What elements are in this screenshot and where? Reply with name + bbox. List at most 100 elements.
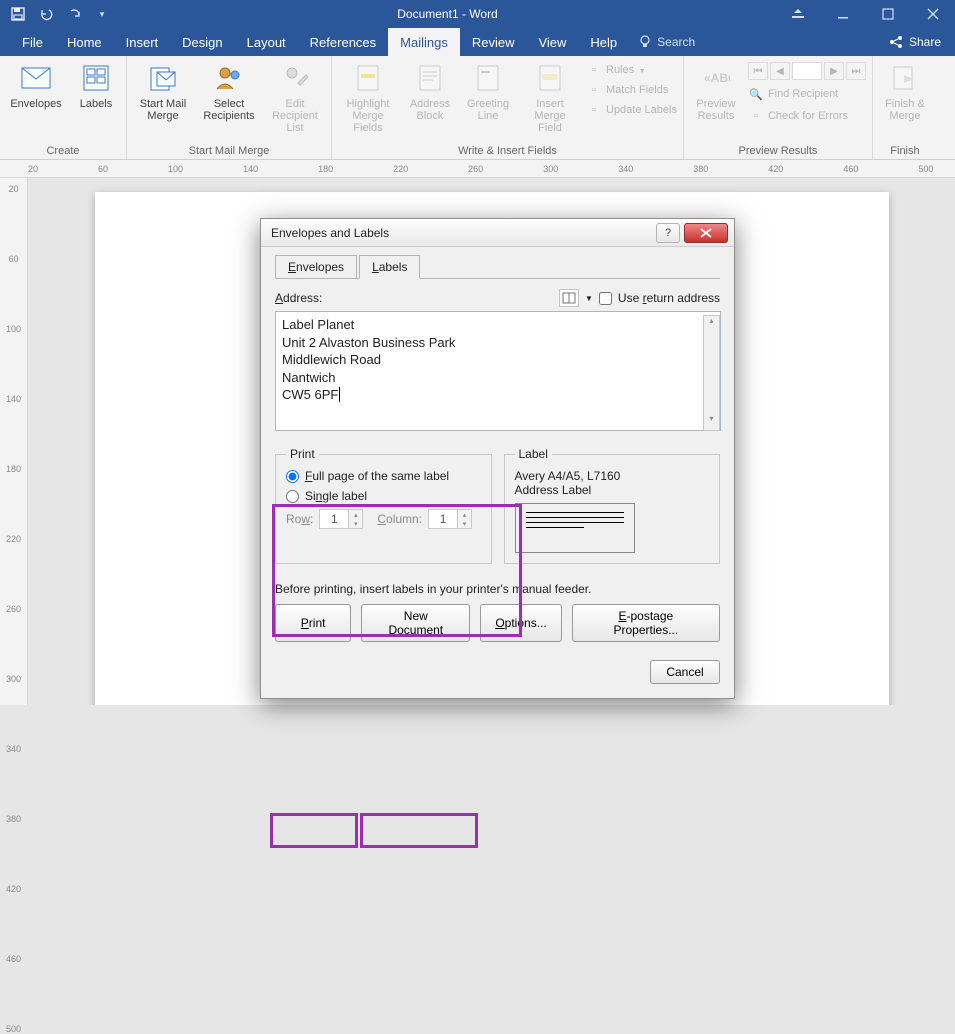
tab-view[interactable]: View [526, 28, 578, 56]
tab-envelopes-dialog[interactable]: Envelopes [275, 255, 357, 278]
horizontal-ruler: 2060100140180220260300340380420460500540… [0, 160, 955, 178]
use-return-label: Use return address [618, 291, 720, 305]
address-textarea[interactable]: Label PlanetUnit 2 Alvaston Business Par… [275, 311, 721, 431]
update-icon: ▫ [586, 102, 602, 118]
tab-file[interactable]: File [10, 28, 55, 56]
address-block-icon [414, 62, 446, 94]
full-page-label: Full page of the same label [305, 469, 449, 483]
recipients-icon [213, 62, 245, 94]
record-navigation: ⏮ ◀ ▶ ⏭ [748, 62, 866, 80]
tell-me-search[interactable]: Search [629, 28, 705, 56]
record-number-field [792, 62, 822, 80]
address-book-icon[interactable] [559, 289, 579, 307]
column-spinner: ▴▾ [428, 509, 472, 529]
row-label: Row: [286, 512, 313, 526]
mailmerge-icon [147, 62, 179, 94]
title-bar: ▾ Document1 - Word [0, 0, 955, 28]
close-icon[interactable] [684, 223, 728, 243]
spin-down-icon: ▾ [457, 519, 471, 528]
tab-design[interactable]: Design [170, 28, 234, 56]
options-button[interactable]: Options... [480, 604, 561, 642]
group-label: Write & Insert Fields [458, 143, 557, 159]
search-icon: 🔍 [748, 86, 764, 102]
redo-icon[interactable] [60, 0, 88, 28]
ribbon: Envelopes Labels Create Start Mail Merge… [0, 56, 955, 160]
window-title: Document1 - Word [120, 7, 775, 21]
next-record-icon: ▶ [824, 62, 844, 80]
edit-recipient-list-button: Edit Recipient List [265, 60, 325, 134]
before-print-text: Before printing, insert labels in your p… [275, 582, 720, 596]
label-fieldset[interactable]: Label Avery A4/A5, L7160 Address Label [504, 447, 721, 564]
undo-icon[interactable] [32, 0, 60, 28]
cancel-button[interactable]: Cancel [650, 660, 720, 684]
dialog-title: Envelopes and Labels [271, 226, 656, 240]
group-label: Finish [890, 143, 919, 159]
close-icon[interactable] [910, 0, 955, 28]
epostage-button[interactable]: E-postage Properties... [572, 604, 720, 642]
help-icon[interactable]: ? [656, 223, 680, 243]
highlight-merge-fields-button: Highlight Merge Fields [338, 60, 398, 134]
highlight-new-document-button [360, 813, 478, 848]
lightbulb-icon [639, 35, 651, 49]
scrollbar[interactable]: ▴ ▾ [703, 315, 720, 431]
tab-references[interactable]: References [298, 28, 388, 56]
row-spinner: ▴▾ [319, 509, 363, 529]
start-mail-merge-button[interactable]: Start Mail Merge [133, 60, 193, 122]
tab-home[interactable]: Home [55, 28, 114, 56]
envelope-icon [20, 62, 52, 94]
spin-up-icon: ▴ [348, 510, 362, 519]
tab-help[interactable]: Help [578, 28, 629, 56]
labels-icon [80, 62, 112, 94]
last-record-icon: ⏭ [846, 62, 866, 80]
print-legend: Print [286, 447, 319, 461]
dialog-titlebar[interactable]: Envelopes and Labels ? [261, 219, 734, 247]
full-page-radio[interactable] [286, 470, 299, 483]
highlight-print-button [270, 813, 358, 848]
spin-up-icon: ▴ [457, 510, 471, 519]
update-labels-button: ▫Update Labels [586, 102, 677, 118]
group-label: Preview Results [739, 143, 818, 159]
envelopes-button[interactable]: Envelopes [6, 60, 66, 110]
tab-insert[interactable]: Insert [114, 28, 171, 56]
share-icon [889, 35, 903, 49]
check-icon: ▫ [748, 108, 764, 124]
select-recipients-button[interactable]: Select Recipients [199, 60, 259, 122]
single-label-radio[interactable] [286, 490, 299, 503]
insert-merge-field-button: Insert Merge Field [520, 60, 580, 134]
insert-field-icon [534, 62, 566, 94]
tab-mailings[interactable]: Mailings [388, 28, 460, 56]
share-button[interactable]: Share [875, 28, 955, 56]
tab-review[interactable]: Review [460, 28, 527, 56]
window-controls [775, 0, 955, 28]
label-type: Address Label [515, 483, 710, 497]
labels-button[interactable]: Labels [72, 60, 120, 110]
minimize-icon[interactable] [820, 0, 865, 28]
print-fieldset: Print Full page of the same label Single… [275, 447, 492, 564]
qat-customize-icon[interactable]: ▾ [88, 0, 116, 28]
highlight-icon [352, 62, 384, 94]
spin-down-icon: ▾ [348, 519, 362, 528]
ribbon-group-preview: «ABC»Preview Results ⏮ ◀ ▶ ⏭ 🔍Find Recip… [684, 56, 873, 159]
finish-icon [889, 62, 921, 94]
new-document-button[interactable]: New Document [361, 604, 470, 642]
preview-results-button: «ABC»Preview Results [690, 60, 742, 122]
tab-layout[interactable]: Layout [235, 28, 298, 56]
match-icon: ▫ [586, 82, 602, 98]
ribbon-options-icon[interactable] [775, 0, 820, 28]
label-legend: Label [515, 447, 552, 461]
save-icon[interactable] [4, 0, 32, 28]
preview-icon: «ABC» [700, 62, 732, 94]
match-fields-button: ▫Match Fields [586, 82, 677, 98]
quick-access-toolbar: ▾ [0, 0, 120, 28]
print-button[interactable]: Print [275, 604, 351, 642]
edit-list-icon [279, 62, 311, 94]
use-return-address-checkbox[interactable] [599, 292, 612, 305]
prev-record-icon: ◀ [770, 62, 790, 80]
row-input [320, 510, 348, 528]
share-label: Share [909, 35, 941, 49]
tab-labels-dialog[interactable]: Labels [359, 255, 420, 279]
ribbon-tabs: File Home Insert Design Layout Reference… [0, 28, 955, 56]
maximize-icon[interactable] [865, 0, 910, 28]
tell-me-label: Search [657, 35, 695, 49]
single-label-label: Single label [305, 489, 367, 503]
